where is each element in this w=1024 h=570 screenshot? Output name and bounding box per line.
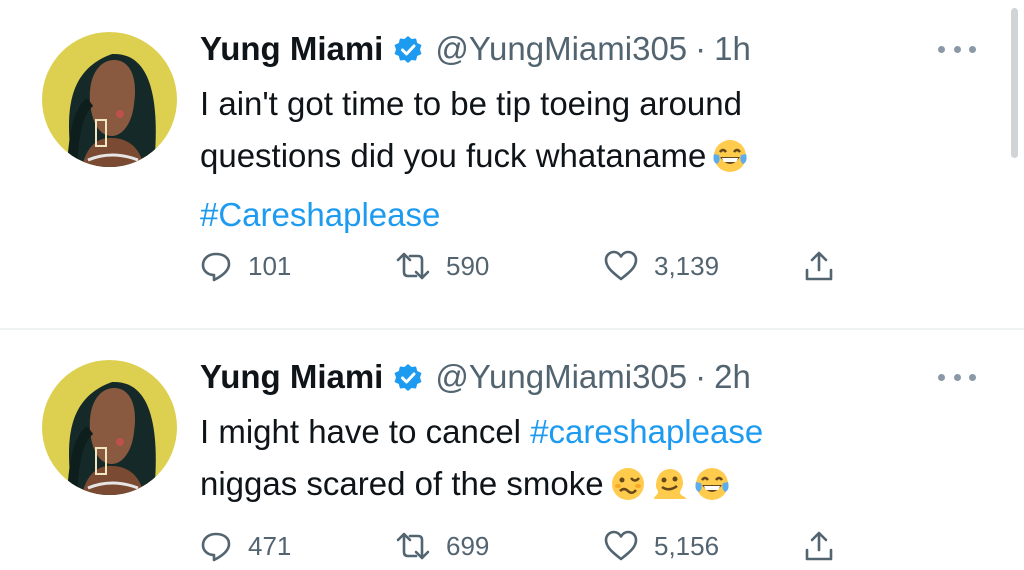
author-handle[interactable]: @YungMiami305 xyxy=(435,29,687,69)
scrollbar[interactable] xyxy=(1011,8,1018,158)
share-icon xyxy=(804,530,834,562)
tweet[interactable]: Yung Miami @YungMiami305 · 1h I ain't go… xyxy=(0,0,1024,328)
reply-count: 471 xyxy=(248,530,292,561)
retweet-button[interactable]: 699 xyxy=(396,530,489,562)
retweet-icon xyxy=(396,530,430,562)
tweet-text: I might have to cancel #careshaplease ni… xyxy=(200,406,960,517)
like-button[interactable]: 3,139 xyxy=(604,250,719,282)
tweet-text-fragment: questions did you fuck whataname xyxy=(200,137,707,174)
retweet-icon xyxy=(396,250,430,282)
verified-badge-icon xyxy=(393,34,423,64)
tweet-text-fragment: niggas scared of the smoke xyxy=(200,465,604,502)
avatar[interactable] xyxy=(42,360,177,495)
tweet-actions: 101 590 3,139 xyxy=(200,250,860,290)
tweet-text-line-2: niggas scared of the smoke xyxy=(200,458,960,517)
melting-face-icon xyxy=(652,465,688,517)
avatar[interactable] xyxy=(42,32,177,167)
author-name[interactable]: Yung Miami xyxy=(200,29,383,69)
tweet-text-line: I might have to cancel #careshaplease xyxy=(200,406,960,458)
hashtag-link[interactable]: #careshaplease xyxy=(530,413,763,450)
face-with-tears-of-joy-icon xyxy=(694,465,730,517)
tweet-text-line: I ain't got time to be tip toeing around xyxy=(200,85,742,122)
reply-button[interactable]: 101 xyxy=(200,250,291,282)
author-handle[interactable]: @YungMiami305 xyxy=(435,357,687,397)
more-icon[interactable] xyxy=(938,42,976,56)
hashtag-link[interactable]: #Careshaplease xyxy=(200,189,960,241)
like-count: 3,139 xyxy=(654,250,720,281)
tweet-header: Yung Miami @YungMiami305 · 1h xyxy=(200,29,751,69)
tweet-text-line-2: questions did you fuck whataname xyxy=(200,130,960,189)
tweet-text-fragment: I might have to cancel xyxy=(200,413,531,450)
like-icon xyxy=(604,530,638,562)
face-with-tears-of-joy-icon xyxy=(712,137,748,189)
share-button[interactable] xyxy=(804,530,834,562)
retweet-count: 590 xyxy=(446,250,490,281)
share-icon xyxy=(804,250,834,282)
separator: · xyxy=(695,358,707,395)
timestamp[interactable]: 2h xyxy=(714,357,751,397)
reply-button[interactable]: 471 xyxy=(200,530,291,562)
share-button[interactable] xyxy=(804,250,834,282)
tweet-header: Yung Miami @YungMiami305 · 2h xyxy=(200,357,751,397)
tweet[interactable]: Yung Miami @YungMiami305 · 2h I might ha… xyxy=(0,330,1024,562)
reply-icon xyxy=(200,250,232,282)
author-name[interactable]: Yung Miami xyxy=(200,357,383,397)
verified-badge-icon xyxy=(393,362,423,392)
reply-count: 101 xyxy=(248,250,292,281)
retweet-button[interactable]: 590 xyxy=(396,250,489,282)
like-count: 5,156 xyxy=(654,530,720,561)
like-button[interactable]: 5,156 xyxy=(604,530,719,562)
separator: · xyxy=(695,30,707,67)
reply-icon xyxy=(200,530,232,562)
tweet-actions: 471 699 5,156 xyxy=(200,530,860,570)
retweet-count: 699 xyxy=(446,530,490,561)
more-icon[interactable] xyxy=(938,370,976,384)
like-icon xyxy=(604,250,638,282)
timestamp[interactable]: 1h xyxy=(714,29,751,69)
tweet-text: I ain't got time to be tip toeing around… xyxy=(200,78,960,241)
woozy-face-icon xyxy=(610,465,646,517)
